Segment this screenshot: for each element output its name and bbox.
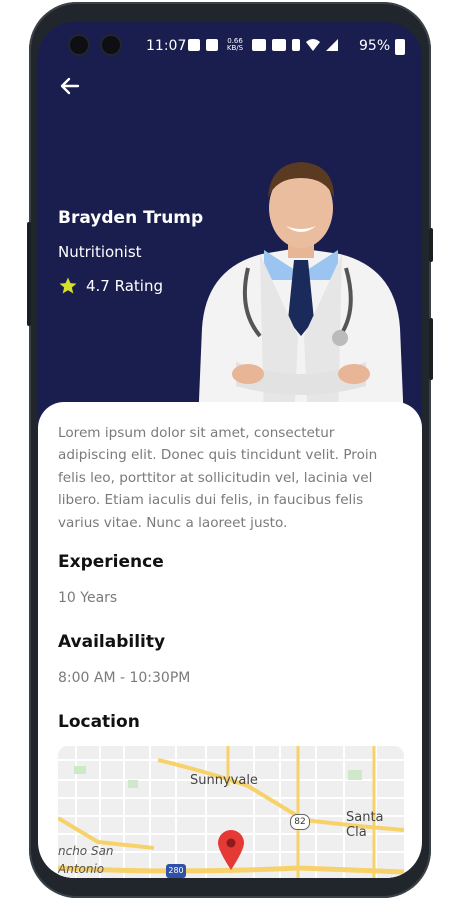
power-button xyxy=(27,222,31,326)
map-label-antonio: Antonio xyxy=(58,862,105,876)
status-time: 11:07 xyxy=(146,38,187,54)
volume-up-button xyxy=(429,228,433,262)
location-map[interactable]: Sunnyvale Santa Cla ncho San Antonio 82 … xyxy=(58,746,404,878)
volte-icon xyxy=(252,39,266,51)
map-label-rancho-san: ncho San xyxy=(58,844,114,858)
battery-icon xyxy=(395,39,405,55)
rating-text: 4.7 Rating xyxy=(86,277,163,295)
map-label-sunnyvale: Sunnyvale xyxy=(190,773,258,788)
doctor-photo xyxy=(198,162,404,424)
experience-title: Experience xyxy=(58,552,164,572)
wifi-icon xyxy=(306,39,320,51)
front-camera-secondary xyxy=(102,36,120,54)
signal-icon xyxy=(326,39,338,51)
volume-down-button xyxy=(429,318,433,380)
wifi-call-icon xyxy=(272,39,286,51)
status-bar: 11:07 0.66 KB/S 95% xyxy=(38,36,422,58)
experience-value: 10 Years xyxy=(58,590,118,606)
details-card: Lorem ipsum dolor sit amet, consectetur … xyxy=(38,402,422,878)
location-title: Location xyxy=(58,712,140,732)
status-icons: 0.66 KB/S xyxy=(188,38,338,52)
battery-percent: 95% xyxy=(359,38,391,54)
front-camera xyxy=(70,36,88,54)
highway-280-badge: 280 xyxy=(166,864,186,878)
doctor-role: Nutritionist xyxy=(58,243,142,261)
highway-82-badge: 82 xyxy=(290,814,310,830)
availability-value: 8:00 AM - 10:30PM xyxy=(58,670,191,686)
availability-title: Availability xyxy=(58,632,166,652)
app-screen: 11:07 0.66 KB/S 95% Brayden Trump Nutrit… xyxy=(38,22,422,878)
doctor-rating: 4.7 Rating xyxy=(58,276,163,296)
doctor-name: Brayden Trump xyxy=(58,208,204,228)
sigma-icon xyxy=(206,39,218,51)
vibrate-icon xyxy=(292,39,300,51)
network-speed: 0.66 KB/S xyxy=(226,37,244,52)
doctor-bio: Lorem ipsum dolor sit amet, consectetur … xyxy=(58,425,378,531)
arrow-left-icon[interactable] xyxy=(58,74,82,98)
map-label-santa-clara: Santa Cla xyxy=(346,810,384,840)
image-icon xyxy=(188,39,200,51)
star-icon xyxy=(59,277,77,294)
map-pin-icon[interactable] xyxy=(218,830,244,870)
profile-header: 11:07 0.66 KB/S 95% Brayden Trump Nutrit… xyxy=(38,22,422,442)
